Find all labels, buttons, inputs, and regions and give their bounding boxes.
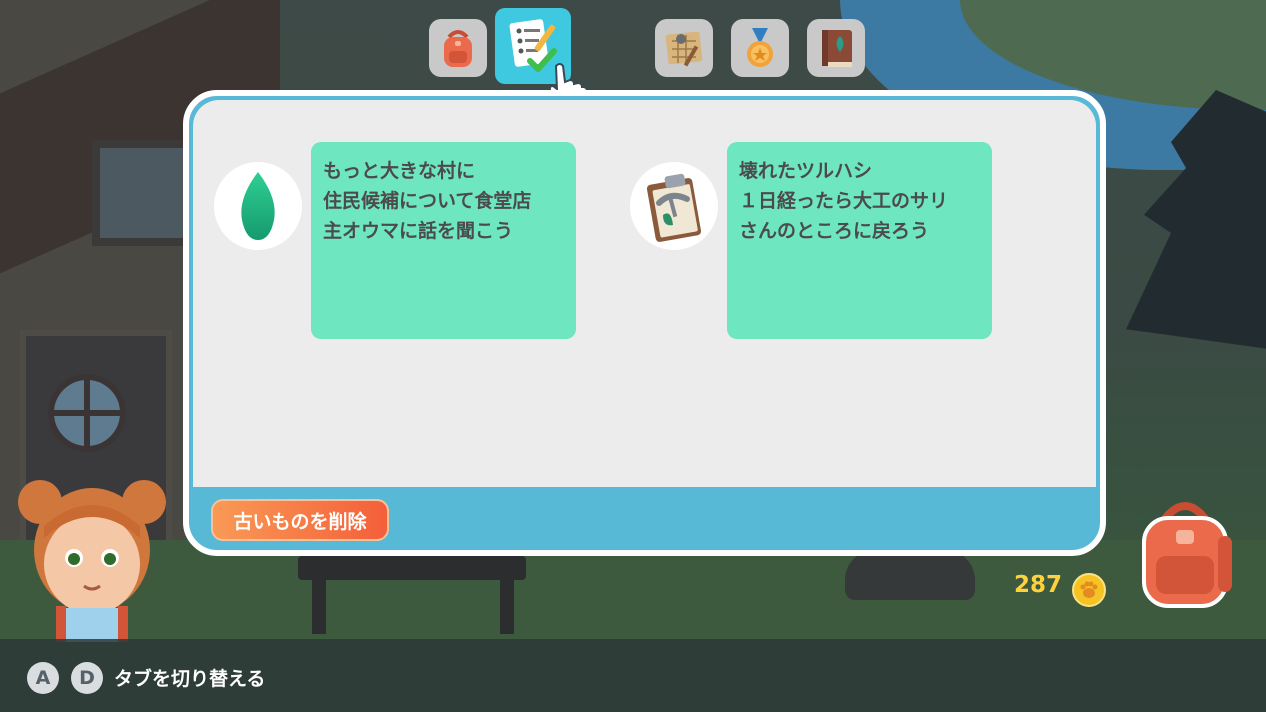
rock [845,550,975,600]
book-tab-icon [822,30,852,67]
quest-description-line: 住民候補について食堂店 [323,190,532,212]
backpack-tab-icon [444,30,472,67]
bench [298,556,526,580]
tab-backpack[interactable] [429,19,487,77]
switch-tabs-hint: タブを切り替える [114,668,266,690]
currency-amount: 287 [1013,572,1062,598]
quest-title: 壊れたツルハシ [739,160,873,182]
medal-tab-icon [747,28,773,67]
key-a-icon: A [27,662,59,694]
key-d-icon: D [71,662,103,694]
bench-leg [312,578,326,634]
tab-book[interactable] [807,19,865,77]
paw-coin-icon [1072,573,1106,607]
quest-title: もっと大きな村に [323,160,476,182]
leaf-icon [241,172,275,240]
bench-leg [500,578,514,634]
quest-icon-2 [630,162,718,250]
tab-map[interactable] [655,19,713,77]
quest-card-2[interactable]: 壊れたツルハシ １日経ったら大工のサリ さんのところに戻ろう [727,142,992,339]
map-tab-icon [665,31,703,67]
tab-medals[interactable] [731,19,789,77]
clipboard-pickaxe-icon [646,173,702,242]
quest-description-line: 主オウマに話を聞こう [323,220,514,242]
quest-icon-1 [214,162,302,250]
backpack-button-icon[interactable] [1134,496,1236,610]
player-character-portrait [18,480,166,642]
paw-print-icon [1080,581,1098,598]
delete-old-button[interactable]: 古いものを削除 [211,499,389,541]
round-window [48,374,126,452]
quest-description-line: さんのところに戻ろう [739,220,930,242]
quest-description-line: １日経ったら大工のサリ [739,190,949,212]
quest-card-1[interactable]: もっと大きな村に 住民候補について食堂店 主オウマに話を聞こう [311,142,576,339]
